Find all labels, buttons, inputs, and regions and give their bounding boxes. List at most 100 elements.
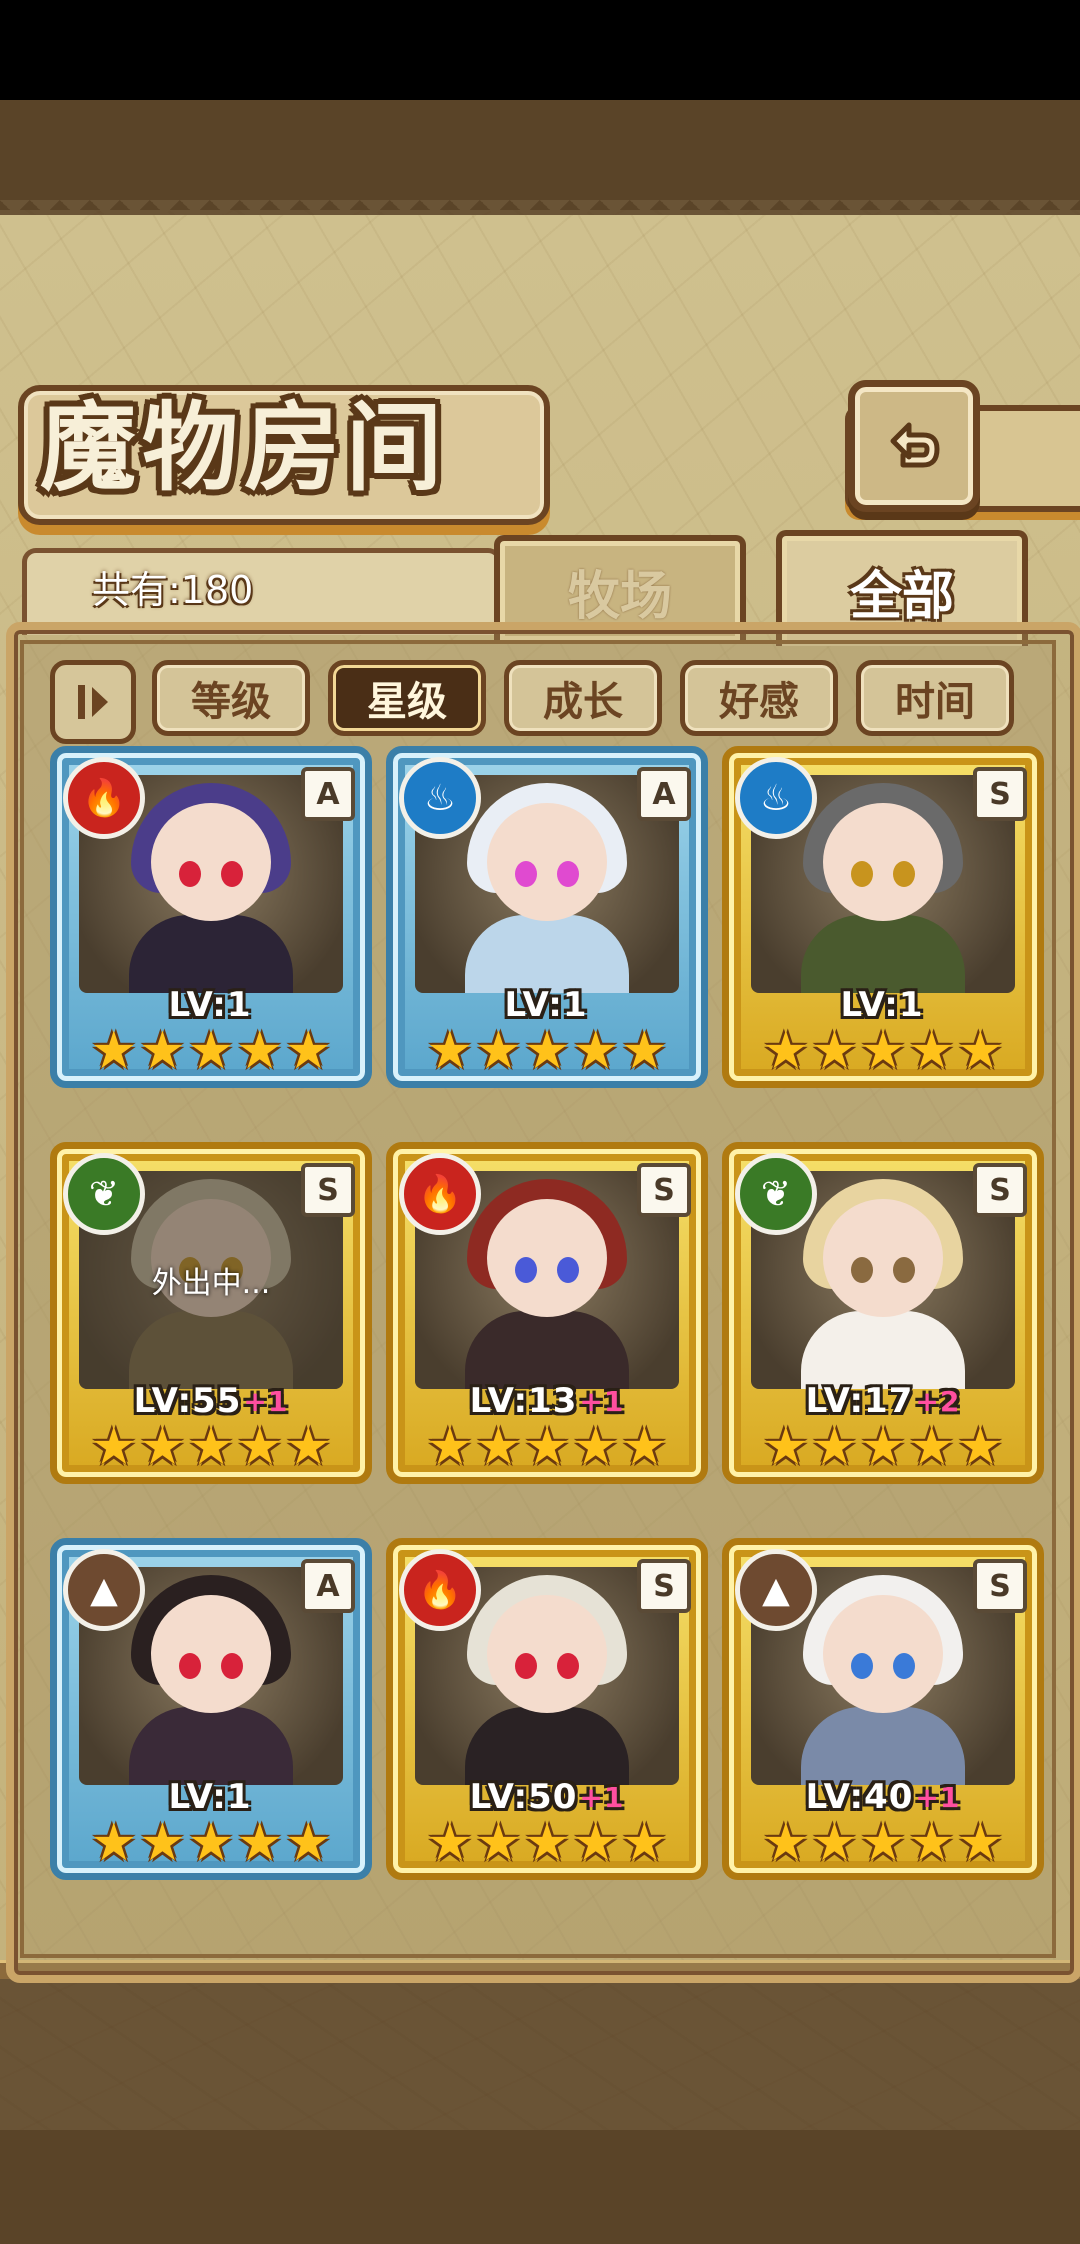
star-rating: ★ ★ ★ ★ ★ (747, 1023, 1019, 1079)
level-label: LV: 1 (87, 1777, 335, 1817)
star-icon: ★ (187, 1813, 235, 1873)
star-icon: ★ (475, 1417, 522, 1477)
star-icon: ★ (956, 1417, 1004, 1477)
level-value: 40 (864, 1777, 914, 1817)
star-icon: ★ (90, 1417, 138, 1477)
star-icon: ★ (908, 1417, 955, 1477)
star-rating: ★ ★ ★ ★ ★ (747, 1815, 1019, 1871)
star-icon: ★ (284, 1021, 332, 1081)
star-icon: ★ (620, 1417, 668, 1477)
sort-star-button[interactable]: 星级 (328, 660, 486, 736)
fire-icon: 🔥 (399, 1153, 481, 1235)
leaf-icon: ❦ (63, 1153, 145, 1235)
page-title: 魔物房间 (40, 391, 448, 504)
level-prefix: LV: (469, 1777, 529, 1817)
fire-icon: 🔥 (399, 1549, 481, 1631)
star-icon: ★ (572, 1417, 619, 1477)
sort-time-button[interactable]: 时间 (856, 660, 1014, 736)
level-label: LV: 1 (423, 985, 671, 1025)
level-prefix: LV: (168, 985, 227, 1025)
level-label: LV: 17 +2 (759, 1381, 1007, 1421)
star-rating: ★ ★ ★ ★ ★ (75, 1815, 347, 1871)
level-label: LV: 50 +1 (423, 1777, 671, 1817)
back-button[interactable] (848, 380, 980, 512)
monster-card[interactable]: 🔥 S LV: 13 +1 ★ ★ ★ ★ ★ (386, 1142, 708, 1484)
monster-card[interactable]: ▲ S LV: 40 +1 ★ ★ ★ ★ ★ (722, 1538, 1044, 1880)
star-icon: ★ (572, 1813, 619, 1873)
leaf-icon: ❦ (735, 1153, 817, 1235)
star-icon: ★ (90, 1021, 138, 1081)
away-status-label: 外出中... (151, 1266, 271, 1301)
rank-badge: S (301, 1163, 355, 1217)
level-value: 50 (528, 1777, 578, 1817)
star-rating: ★ ★ ★ ★ ★ (75, 1419, 347, 1475)
star-icon: ★ (187, 1021, 235, 1081)
sort-order-toggle[interactable] (50, 660, 136, 744)
star-icon: ★ (956, 1813, 1004, 1873)
star-icon: ★ (811, 1021, 858, 1081)
level-bonus: +2 (915, 1384, 961, 1418)
level-label: LV: 55 +1 (87, 1381, 335, 1421)
rank-badge: A (637, 767, 691, 821)
star-icon: ★ (908, 1021, 955, 1081)
star-icon: ★ (572, 1021, 619, 1081)
level-bonus: +1 (579, 1384, 625, 1418)
star-icon: ★ (762, 1021, 810, 1081)
level-value: 1 (898, 985, 924, 1025)
star-icon: ★ (859, 1417, 907, 1477)
star-rating: ★ ★ ★ ★ ★ (411, 1815, 683, 1871)
rank-badge: S (637, 1163, 691, 1217)
star-icon: ★ (284, 1417, 332, 1477)
star-icon: ★ (811, 1813, 858, 1873)
earth-icon: ▲ (63, 1549, 145, 1631)
level-prefix: LV: (168, 1777, 227, 1817)
star-icon: ★ (811, 1417, 858, 1477)
star-rating: ★ ★ ★ ★ ★ (411, 1419, 683, 1475)
star-icon: ★ (236, 1813, 283, 1873)
bottom-map-band (0, 2130, 1080, 2244)
monster-card[interactable]: 🔥 S LV: 50 +1 ★ ★ ★ ★ ★ (386, 1538, 708, 1880)
star-rating: ★ ★ ★ ★ ★ (411, 1023, 683, 1079)
star-icon: ★ (620, 1021, 668, 1081)
star-icon: ★ (90, 1813, 138, 1873)
star-icon: ★ (475, 1813, 522, 1873)
star-rating: ★ ★ ★ ★ ★ (747, 1419, 1019, 1475)
level-prefix: LV: (805, 1777, 865, 1817)
star-icon: ★ (139, 1417, 186, 1477)
level-bonus: +1 (243, 1384, 289, 1418)
level-label: LV: 1 (759, 985, 1007, 1025)
level-value: 1 (562, 985, 588, 1025)
star-icon: ★ (762, 1417, 810, 1477)
monster-card[interactable]: ▲ A LV: 1 ★ ★ ★ ★ ★ (50, 1538, 372, 1880)
level-prefix: LV: (469, 1381, 529, 1421)
level-prefix: LV: (805, 1381, 865, 1421)
rank-badge: S (973, 767, 1027, 821)
rank-badge: S (973, 1163, 1027, 1217)
monster-card[interactable]: ❦ S LV: 17 +2 ★ ★ ★ ★ ★ (722, 1142, 1044, 1484)
star-icon: ★ (236, 1021, 283, 1081)
star-icon: ★ (956, 1021, 1004, 1081)
star-icon: ★ (762, 1813, 810, 1873)
star-icon: ★ (426, 1021, 474, 1081)
star-icon: ★ (859, 1021, 907, 1081)
monster-card[interactable]: ♨ A LV: 1 ★ ★ ★ ★ ★ (386, 746, 708, 1088)
monster-card[interactable]: ♨ S LV: 1 ★ ★ ★ ★ ★ (722, 746, 1044, 1088)
sort-order-icon (78, 685, 108, 719)
return-arrow-icon (890, 422, 940, 468)
level-bonus: +1 (915, 1780, 961, 1814)
monster-card[interactable]: 外出中... ❦ S LV: 55 +1 ★ ★ ★ ★ ★ (50, 1142, 372, 1484)
level-label: LV: 40 +1 (759, 1777, 1007, 1817)
level-prefix: LV: (840, 985, 899, 1025)
panel-torn-edge (0, 200, 1080, 230)
star-icon: ★ (620, 1813, 668, 1873)
top-map-band (0, 100, 1080, 210)
sort-affection-button[interactable]: 好感 (680, 660, 838, 736)
sort-growth-button[interactable]: 成长 (504, 660, 662, 736)
rank-badge: A (301, 1559, 355, 1613)
level-value: 13 (528, 1381, 578, 1421)
sort-level-button[interactable]: 等级 (152, 660, 310, 736)
level-value: 17 (864, 1381, 914, 1421)
monster-count: 共有:180 (92, 568, 254, 612)
rank-badge: S (973, 1559, 1027, 1613)
monster-card[interactable]: 🔥 A LV: 1 ★ ★ ★ ★ ★ (50, 746, 372, 1088)
